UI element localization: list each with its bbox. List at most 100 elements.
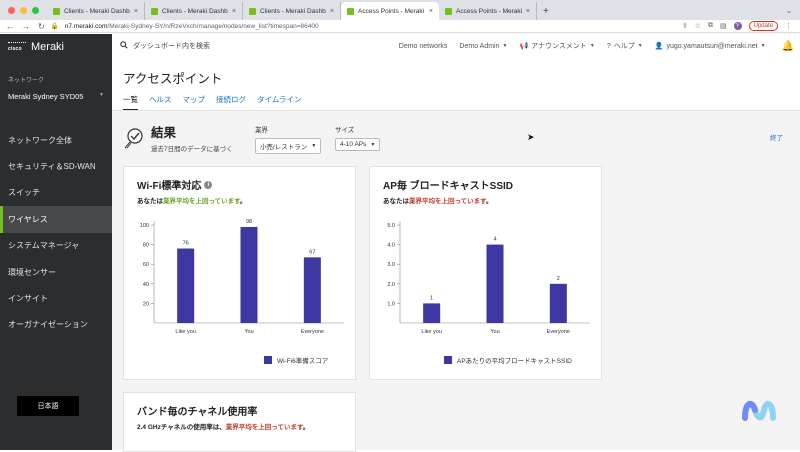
data-label: 76 bbox=[183, 241, 189, 247]
industry-select[interactable]: 小売/レストラン ▼ bbox=[255, 138, 322, 154]
sidebar-item-organization[interactable]: オーガナイゼーション bbox=[0, 312, 112, 338]
maximize-window-button[interactable] bbox=[32, 6, 39, 14]
mouse-cursor-icon: ➤ bbox=[527, 132, 535, 142]
chart-legend: Wi-Fi6準備スコア bbox=[264, 355, 328, 365]
tab-connection-log[interactable]: 接続ログ bbox=[216, 94, 246, 111]
tab-health[interactable]: ヘルス bbox=[149, 94, 172, 111]
help-menu[interactable]: ? ヘルプ ▼ bbox=[607, 41, 643, 51]
benchmark-summary: 結果 過去7日間のデータに基づく bbox=[123, 122, 233, 153]
address-bar: ← → ↻ 🔒 n7.meraki.com/Meraki-Sydney-SY/n… bbox=[0, 20, 800, 33]
y-tick-label: 100 bbox=[140, 223, 149, 229]
benchmark-badge-icon bbox=[123, 127, 145, 149]
size-select[interactable]: 4-10 APs ▼ bbox=[335, 138, 381, 151]
tab-title: Access Points - Meraki Dashbo bbox=[456, 7, 522, 15]
url-field[interactable]: n7.meraki.com/Meraki-Sydney-SY/n/RzeVxch… bbox=[65, 23, 682, 30]
extensions-icon[interactable]: ⧉ bbox=[708, 22, 713, 30]
y-tick-label: 5.0 bbox=[387, 223, 395, 229]
reading-list-icon[interactable]: ▤ bbox=[720, 22, 727, 30]
meraki-logo[interactable]: cisco Meraki bbox=[0, 34, 112, 60]
sidebar-item-security-sdwan[interactable]: セキュリティ＆SD-WAN bbox=[0, 153, 112, 179]
bar bbox=[177, 248, 195, 323]
user-menu[interactable]: 👤 yugo.yamautsuri@meraki.net ▼ bbox=[655, 42, 766, 51]
info-icon[interactable]: i bbox=[204, 180, 213, 189]
close-window-button[interactable] bbox=[8, 6, 15, 14]
minimize-window-button[interactable] bbox=[20, 6, 27, 14]
browser-tab[interactable]: Clients - Meraki Dashboard × bbox=[145, 2, 243, 20]
sidebar-item-sensors[interactable]: 環境センサー bbox=[0, 259, 112, 285]
help-circle-icon: ? bbox=[606, 42, 611, 50]
back-arrow-icon[interactable]: ← bbox=[6, 22, 14, 31]
x-tick-label: You bbox=[244, 329, 253, 335]
bar bbox=[240, 226, 258, 323]
data-label: 67 bbox=[309, 249, 315, 255]
dashboard-search[interactable]: ダッシュボード内を検索 bbox=[112, 41, 399, 51]
language-button[interactable]: 日本語 bbox=[17, 396, 79, 416]
sidebar-item-switch[interactable]: スイッチ bbox=[0, 180, 112, 206]
data-label: 2 bbox=[557, 276, 560, 282]
x-tick-label: Like you bbox=[421, 329, 442, 335]
close-tab-icon[interactable]: × bbox=[134, 8, 138, 15]
end-link[interactable]: 終了 bbox=[770, 132, 783, 142]
profile-avatar[interactable]: Y bbox=[733, 22, 742, 30]
meraki-favicon-icon bbox=[249, 7, 256, 15]
browser-tab[interactable]: Access Points - Meraki Dashbo × bbox=[439, 2, 537, 20]
more-menu-icon[interactable]: ⋮ bbox=[785, 22, 792, 30]
y-tick-label: 4.0 bbox=[387, 243, 395, 249]
brand-name: Meraki bbox=[31, 41, 65, 53]
x-tick-label: You bbox=[490, 329, 499, 335]
close-tab-icon[interactable]: × bbox=[330, 8, 334, 15]
bar bbox=[549, 283, 567, 323]
x-tick-label: Everyone bbox=[301, 329, 324, 335]
lock-icon[interactable]: 🔒 bbox=[51, 22, 59, 30]
result-subtitle: 過去7日間のデータに基づく bbox=[151, 146, 233, 153]
channel-utilization-card: バンド毎のチャネル使用率 2.4 GHzチャネルの使用率は、業界平均を上回ってい… bbox=[123, 392, 356, 452]
demo-admin-menu[interactable]: Demo Admin ▼ bbox=[459, 43, 507, 50]
caret-down-icon: ▼ bbox=[589, 43, 595, 49]
top-bar: ダッシュボード内を検索 Demo networks Demo Admin ▼ 📢 ア… bbox=[112, 34, 800, 58]
cisco-logo-icon: cisco bbox=[8, 42, 26, 52]
announcements-menu[interactable]: 📢 アナウンスメント ▼ bbox=[519, 41, 594, 51]
forward-arrow-icon[interactable]: → bbox=[22, 22, 30, 31]
search-placeholder: ダッシュボード内を検索 bbox=[133, 43, 210, 50]
new-tab-button[interactable]: + bbox=[537, 6, 555, 20]
demo-networks-link[interactable]: Demo networks bbox=[399, 43, 448, 50]
wifi-standard-chart: 20 40 60 80 100 76 Like you 98 You 67 Everyone bbox=[140, 219, 344, 335]
y-tick-label: 20 bbox=[143, 301, 149, 307]
sidebar-item-insight[interactable]: インサイト bbox=[0, 285, 112, 311]
card-title: バンド毎のチャネル使用率 bbox=[137, 407, 258, 418]
chart-legend: APあたりの平均ブロードキャストSSID bbox=[444, 355, 572, 365]
close-tab-icon[interactable]: × bbox=[232, 8, 236, 15]
share-icon[interactable]: ⇪ bbox=[682, 22, 688, 30]
tab-map[interactable]: マップ bbox=[183, 94, 206, 111]
card-title: AP毎 ブロードキャストSSID bbox=[383, 181, 514, 192]
update-button[interactable]: Update bbox=[748, 21, 778, 31]
card-title: Wi-Fi標準対応 i bbox=[137, 177, 213, 192]
reload-icon[interactable]: ↻ bbox=[38, 22, 45, 31]
bell-icon[interactable]: 🔔 bbox=[782, 41, 794, 52]
browser-tab-bar: Clients - Meraki Dashboard × Clients - Me… bbox=[0, 0, 800, 20]
card-subtitle: 2.4 GHzチャネルの使用率は、業界平均を上回っています。 bbox=[137, 424, 310, 431]
tab-list-chevron-icon[interactable]: ⌄ bbox=[778, 7, 800, 20]
bar bbox=[423, 303, 441, 323]
tab-timeline[interactable]: タイムライン bbox=[257, 94, 301, 111]
browser-tab[interactable]: Clients - Meraki Dashboard × bbox=[47, 2, 145, 20]
network-selector[interactable]: Meraki Sydney SYD05 ▼ bbox=[0, 84, 112, 101]
x-tick-label: Like you bbox=[175, 329, 196, 335]
y-tick-label: 80 bbox=[143, 243, 149, 249]
window-controls bbox=[0, 0, 47, 20]
sidebar-item-wireless[interactable]: ワイヤレス bbox=[0, 206, 112, 233]
sidebar-item-systems-manager[interactable]: システムマネージャ bbox=[0, 233, 112, 259]
bookmark-star-icon[interactable]: ☆ bbox=[695, 22, 701, 30]
url-host: n7.meraki.com bbox=[64, 22, 108, 30]
tab-list[interactable]: 一覧 bbox=[123, 94, 138, 111]
browser-tab-active[interactable]: Access Points - Meraki Dashb × bbox=[341, 2, 439, 20]
meraki-favicon-icon bbox=[53, 7, 60, 15]
data-label: 1 bbox=[430, 295, 433, 301]
close-tab-icon[interactable]: × bbox=[526, 8, 530, 15]
y-tick-label: 60 bbox=[143, 262, 149, 268]
browser-tab[interactable]: Clients - Meraki Dashboard × bbox=[243, 2, 341, 20]
close-tab-icon[interactable]: × bbox=[429, 8, 433, 15]
result-title: 結果 bbox=[151, 126, 177, 140]
ssid-per-ap-card: AP毎 ブロードキャストSSID あなたは業界平均を上回っています。 1.0 2.… bbox=[369, 166, 602, 380]
sidebar-item-network-wide[interactable]: ネットワーク全体 bbox=[0, 127, 112, 153]
